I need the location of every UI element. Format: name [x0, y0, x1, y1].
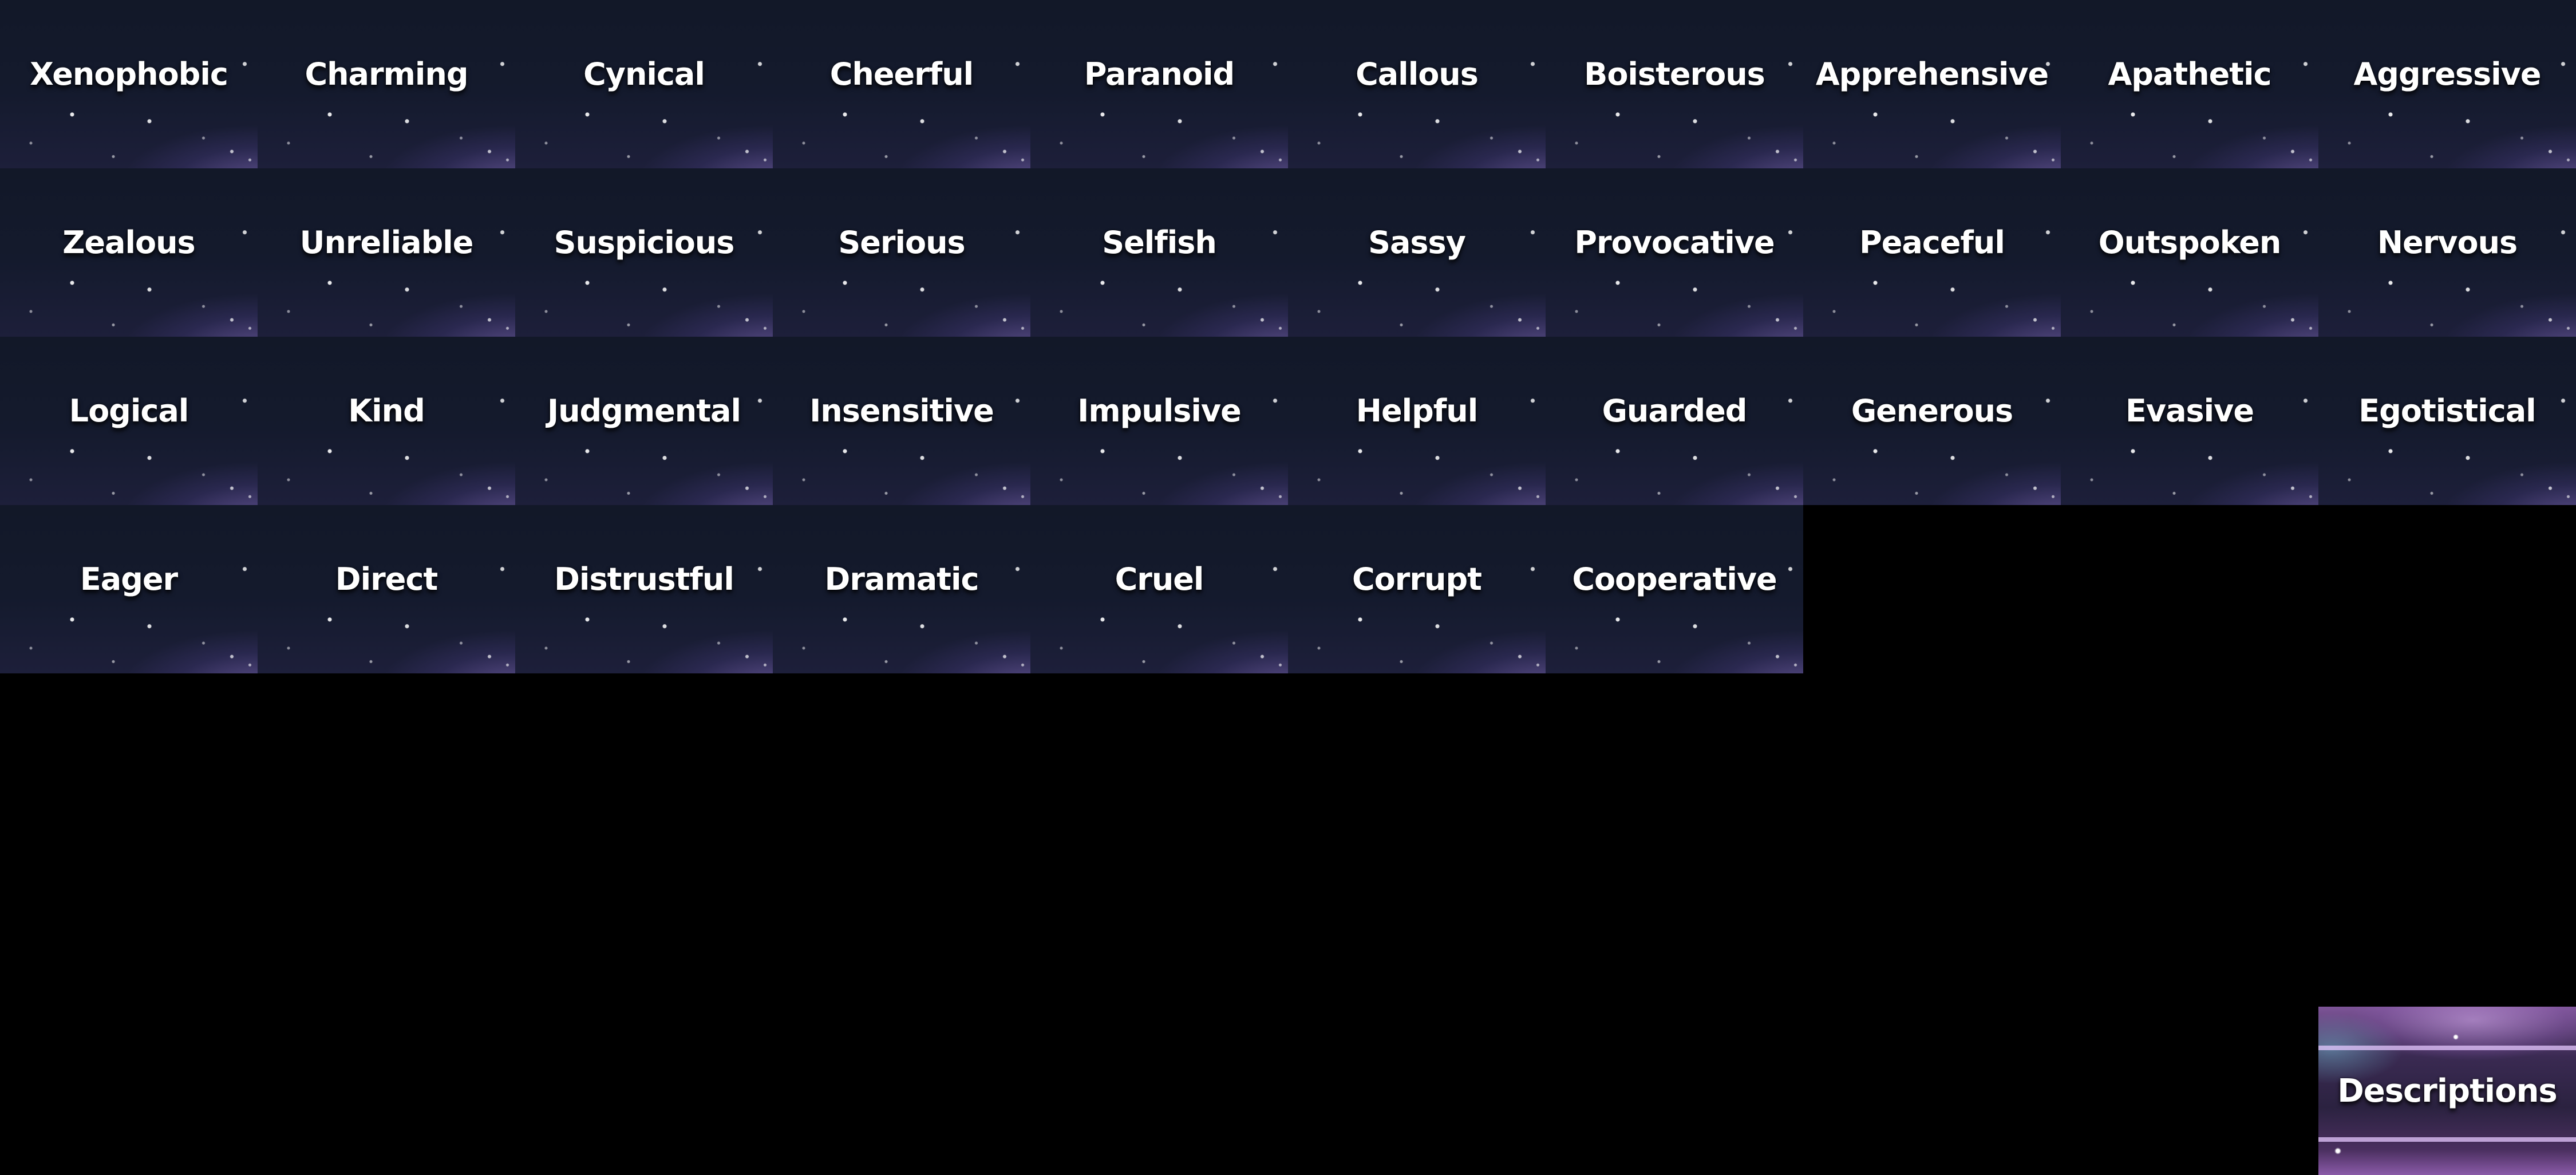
trait-button-direct[interactable]: Direct: [258, 505, 515, 673]
trait-button-evasive[interactable]: Evasive: [2061, 337, 2318, 505]
trait-button-sassy[interactable]: Sassy: [1288, 168, 1546, 337]
trait-button-guarded[interactable]: Guarded: [1546, 337, 1803, 505]
trait-button-kind[interactable]: Kind: [258, 337, 515, 505]
trait-label: Nervous: [2377, 224, 2518, 261]
trait-label: Xenophobic: [30, 56, 228, 92]
trait-button-selfish[interactable]: Selfish: [1030, 168, 1288, 337]
trait-label: Peaceful: [1859, 224, 2005, 261]
trait-label: Dramatic: [824, 561, 979, 597]
trait-button-insensitive[interactable]: Insensitive: [773, 337, 1030, 505]
trait-button-xenophobic[interactable]: Xenophobic: [0, 0, 258, 168]
trait-label: Insensitive: [809, 392, 994, 429]
trait-label: Serious: [838, 224, 965, 261]
trait-button-helpful[interactable]: Helpful: [1288, 337, 1546, 505]
trait-label: Provocative: [1574, 224, 1775, 261]
trait-label: Eager: [80, 561, 178, 597]
trait-button-dramatic[interactable]: Dramatic: [773, 505, 1030, 673]
sparkle-icon: [2334, 1148, 2341, 1154]
trait-button-cynical[interactable]: Cynical: [515, 0, 773, 168]
trait-label: Impulsive: [1077, 392, 1241, 429]
trait-button-impulsive[interactable]: Impulsive: [1030, 337, 1288, 505]
trait-label: Apprehensive: [1815, 56, 2049, 92]
trait-label: Outspoken: [2098, 224, 2282, 261]
trait-button-charming[interactable]: Charming: [258, 0, 515, 168]
trait-button-cooperative[interactable]: Cooperative: [1546, 505, 1803, 673]
trait-button-zealous[interactable]: Zealous: [0, 168, 258, 337]
trait-grid: Xenophobic Charming Cynical Cheerful Paranoi…: [0, 0, 2576, 673]
trait-label: Selfish: [1102, 224, 1217, 261]
descriptions-button[interactable]: Descriptions: [2318, 1007, 2576, 1175]
trait-label: Generous: [1851, 392, 2013, 429]
trait-label: Aggressive: [2353, 56, 2542, 92]
trait-label: Zealous: [62, 224, 195, 261]
trait-label: Apathetic: [2108, 56, 2271, 92]
trait-button-cheerful[interactable]: Cheerful: [773, 0, 1030, 168]
trait-label: Kind: [348, 392, 425, 429]
trait-button-egotistical[interactable]: Egotistical: [2318, 337, 2576, 505]
trait-button-eager[interactable]: Eager: [0, 505, 258, 673]
trait-label: Cynical: [583, 56, 705, 92]
trait-button-callous[interactable]: Callous: [1288, 0, 1546, 168]
trait-button-boisterous[interactable]: Boisterous: [1546, 0, 1803, 168]
trait-label: Corrupt: [1352, 561, 1482, 597]
trait-label: Distrustful: [554, 561, 734, 597]
trait-button-logical[interactable]: Logical: [0, 337, 258, 505]
trait-button-suspicious[interactable]: Suspicious: [515, 168, 773, 337]
descriptions-button-label: Descriptions: [2337, 1072, 2558, 1110]
button-highlight-band: [2318, 1046, 2576, 1050]
sparkle-icon: [2453, 1034, 2459, 1040]
trait-button-corrupt[interactable]: Corrupt: [1288, 505, 1546, 673]
trait-label: Cooperative: [1572, 561, 1777, 597]
trait-label: Direct: [335, 561, 438, 597]
trait-label: Unreliable: [299, 224, 474, 261]
trait-button-aggressive[interactable]: Aggressive: [2318, 0, 2576, 168]
trait-button-peaceful[interactable]: Peaceful: [1803, 168, 2061, 337]
trait-label: Charming: [305, 56, 468, 92]
trait-button-judgmental[interactable]: Judgmental: [515, 337, 773, 505]
trait-label: Cheerful: [829, 56, 974, 92]
trait-button-nervous[interactable]: Nervous: [2318, 168, 2576, 337]
trait-button-unreliable[interactable]: Unreliable: [258, 168, 515, 337]
trait-label: Boisterous: [1584, 56, 1765, 92]
trait-button-generous[interactable]: Generous: [1803, 337, 2061, 505]
trait-label: Egotistical: [2358, 392, 2536, 429]
trait-button-apprehensive[interactable]: Apprehensive: [1803, 0, 2061, 168]
trait-button-distrustful[interactable]: Distrustful: [515, 505, 773, 673]
trait-button-paranoid[interactable]: Paranoid: [1030, 0, 1288, 168]
trait-label: Evasive: [2125, 392, 2254, 429]
trait-label: Suspicious: [554, 224, 735, 261]
trait-label: Judgmental: [547, 392, 741, 429]
trait-label: Sassy: [1368, 224, 1466, 261]
trait-label: Logical: [69, 392, 189, 429]
trait-button-cruel[interactable]: Cruel: [1030, 505, 1288, 673]
button-highlight-band: [2318, 1137, 2576, 1142]
trait-label: Cruel: [1115, 561, 1204, 597]
trait-label: Helpful: [1356, 392, 1478, 429]
trait-label: Guarded: [1602, 392, 1748, 429]
trait-label: Paranoid: [1084, 56, 1235, 92]
trait-button-serious[interactable]: Serious: [773, 168, 1030, 337]
trait-button-provocative[interactable]: Provocative: [1546, 168, 1803, 337]
trait-button-outspoken[interactable]: Outspoken: [2061, 168, 2318, 337]
trait-button-apathetic[interactable]: Apathetic: [2061, 0, 2318, 168]
trait-label: Callous: [1356, 56, 1479, 92]
